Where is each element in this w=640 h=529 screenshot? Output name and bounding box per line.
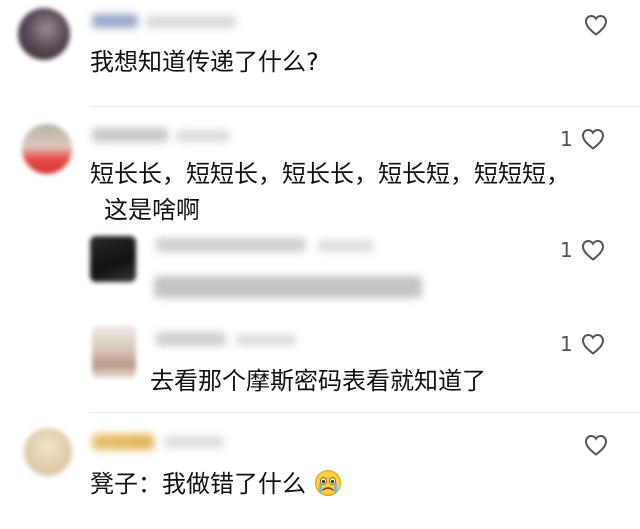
avatar[interactable] [24,428,72,476]
avatar[interactable] [22,124,72,174]
comment-text: 我想知道传递了什么? [90,48,319,76]
heart-outline-icon [584,434,608,456]
comment-text: 凳子：我做错了什么 [90,468,342,500]
avatar[interactable] [18,8,70,60]
username-blurred[interactable] [92,14,138,28]
crying-face-emoji-icon [314,470,341,496]
like-button[interactable]: 1 [560,332,605,356]
divider [90,412,640,413]
timestamp-blurred [176,130,230,142]
timestamp-blurred [236,334,296,346]
timestamp-blurred [318,240,374,252]
like-button[interactable] [584,434,608,456]
like-count: 1 [560,332,573,356]
reply-text-blurred [154,276,422,298]
avatar[interactable] [92,326,136,378]
username-blurred[interactable] [156,238,306,252]
timestamp-blurred [164,436,224,448]
like-button[interactable] [584,14,608,36]
like-count: 1 [560,238,573,262]
comment-text-line-1: 短长长，短短长，短长长，短长短，短短短， [90,160,570,188]
timestamp-blurred [146,16,236,28]
heart-outline-icon [581,128,604,150]
reply-text: 去看那个摩斯密码表看就知道了 [150,367,486,395]
comment-text-content: 凳子：我做错了什么 [90,470,306,498]
heart-outline-icon [581,239,604,261]
username-blurred[interactable] [92,128,168,142]
heart-outline-icon [581,333,604,355]
comment-text-line-2: 这是啥啊 [104,196,200,224]
like-count: 1 [560,127,573,151]
username-blurred[interactable] [156,332,226,346]
divider [90,106,640,107]
username-blurred[interactable] [92,434,154,450]
like-button[interactable]: 1 [560,127,605,151]
heart-outline-icon [584,14,608,36]
avatar[interactable] [90,236,136,282]
like-button[interactable]: 1 [560,238,605,262]
